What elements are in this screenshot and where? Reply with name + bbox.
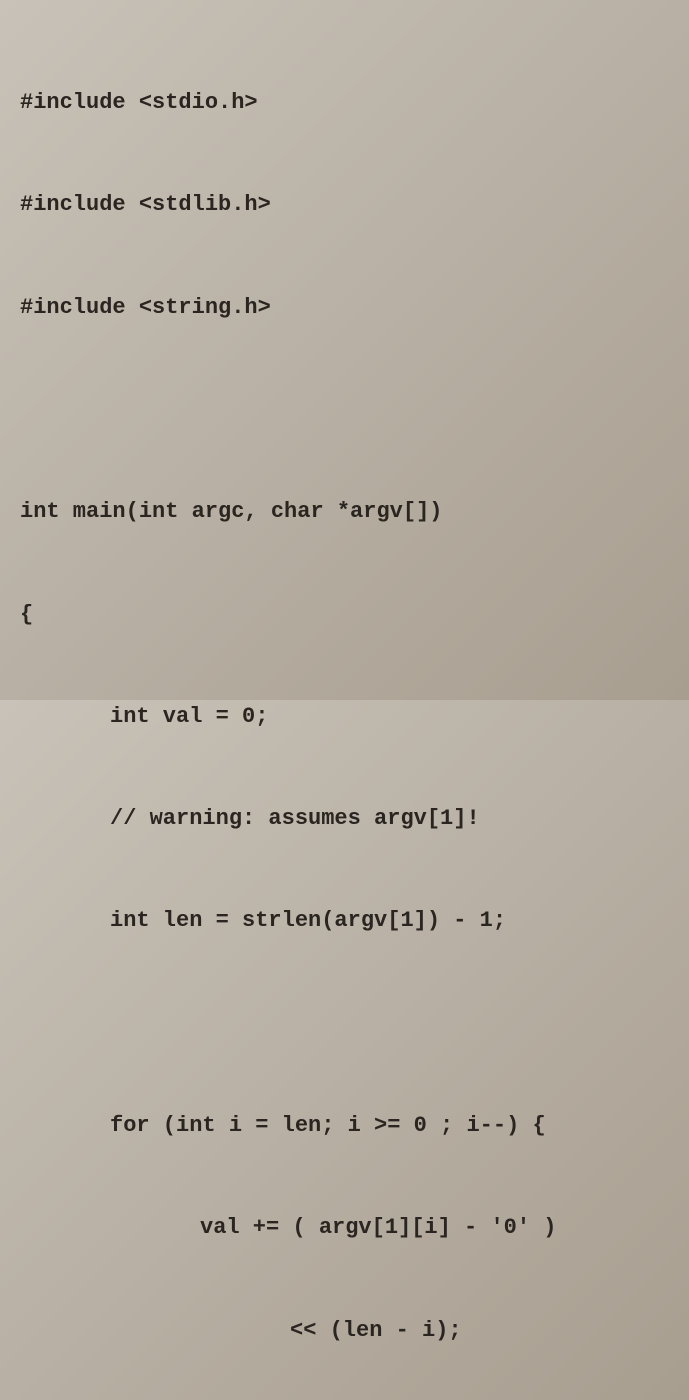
code-line: int main(int argc, char *argv[]) (20, 495, 669, 529)
code-line: #include <stdio.h> (20, 86, 669, 120)
code-line: int len = strlen(argv[1]) - 1; (20, 904, 669, 938)
code-line: << (len - i); (20, 1314, 669, 1348)
code-line: val += ( argv[1][i] - '0' ) (20, 1211, 669, 1245)
code-line (20, 1007, 669, 1041)
code-line (20, 393, 669, 427)
code-line: int val = 0; (20, 700, 669, 734)
code-block: #include <stdio.h> #include <stdlib.h> #… (20, 18, 669, 1400)
code-line: #include <stdlib.h> (20, 188, 669, 222)
code-line: for (int i = len; i >= 0 ; i--) { (20, 1109, 669, 1143)
code-line: #include <string.h> (20, 291, 669, 325)
code-line: // warning: assumes argv[1]! (20, 802, 669, 836)
code-line: { (20, 598, 669, 632)
